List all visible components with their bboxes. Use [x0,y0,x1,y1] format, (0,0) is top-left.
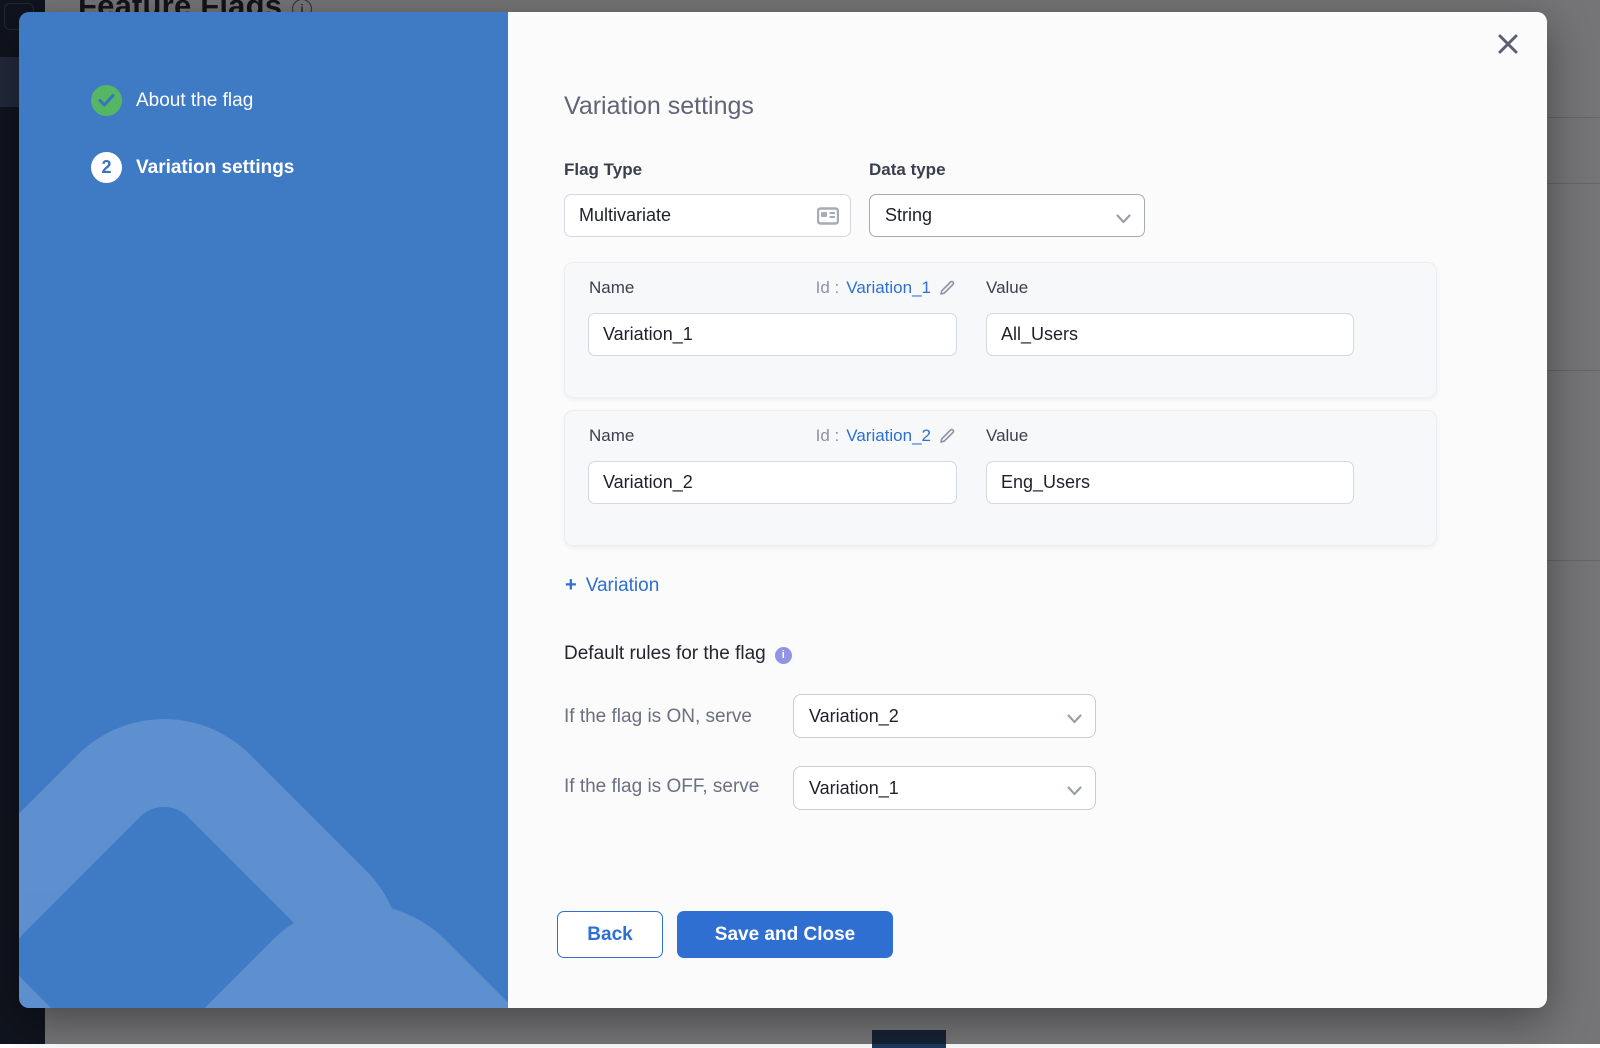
variation-card: Name Id : Variation_2 Value [564,410,1437,546]
variation-id: Id : Variation_2 [816,426,956,446]
id-card-icon [817,207,839,230]
flag-type-input[interactable] [565,205,850,226]
flag-off-label: If the flag is OFF, serve [564,773,799,800]
data-type-select[interactable]: String [869,194,1145,237]
variation-card: Name Id : Variation_1 Value [564,262,1437,398]
name-label: Name [589,426,634,446]
back-button[interactable]: Back [557,911,663,958]
variation-id-link[interactable]: Variation_2 [846,426,931,446]
add-variation-button[interactable]: + Variation [565,574,659,597]
add-variation-label: Variation [586,575,660,597]
variation-value-field [986,461,1354,504]
plus-icon: + [565,574,577,597]
check-icon [91,85,122,116]
flag-off-value: Variation_1 [794,778,899,799]
variation-value-input[interactable] [987,324,1353,345]
name-label: Name [589,278,634,298]
step-about-the-flag[interactable]: About the flag [91,85,253,116]
variation-name-field [588,461,957,504]
value-label: Value [986,278,1028,298]
save-and-close-button[interactable]: Save and Close [677,911,893,958]
data-type-value: String [870,205,932,226]
chevron-down-icon [1067,783,1082,801]
value-label: Value [986,426,1028,446]
flag-on-label: If the flag is ON, serve [564,703,752,730]
step-number-badge: 2 [91,152,122,183]
flag-wizard-modal: About the flag 2 Variation settings Vari… [19,12,1547,1008]
panel-heading: Variation settings [564,92,754,121]
edit-icon[interactable] [938,279,956,297]
flag-off-select[interactable]: Variation_1 [793,766,1096,810]
chevron-down-icon [1116,211,1131,229]
variation-settings-panel: Variation settings Flag Type Data type S… [508,12,1547,1008]
data-type-label: Data type [869,160,946,180]
default-rules-text: Default rules for the flag [564,643,766,665]
chevron-down-icon [1067,711,1082,729]
default-rules-heading: Default rules for the flag i [564,643,792,665]
flag-type-field[interactable] [564,194,851,237]
variation-name-input[interactable] [589,472,956,493]
flag-on-value: Variation_2 [794,706,899,727]
flag-type-label: Flag Type [564,160,642,180]
variation-value-input[interactable] [987,472,1353,493]
id-prefix: Id : [816,278,840,298]
step-variation-settings[interactable]: 2 Variation settings [91,152,294,183]
variation-id: Id : Variation_1 [816,278,956,298]
variation-name-input[interactable] [589,324,956,345]
step-label: Variation settings [136,157,294,179]
variation-value-field [986,313,1354,356]
edit-icon[interactable] [938,427,956,445]
variation-id-link[interactable]: Variation_1 [846,278,931,298]
wizard-stepper-panel: About the flag 2 Variation settings [19,12,508,1008]
step-label: About the flag [136,90,253,112]
info-icon[interactable]: i [775,647,792,664]
variation-name-field [588,313,957,356]
flag-on-select[interactable]: Variation_2 [793,694,1096,738]
id-prefix: Id : [816,426,840,446]
close-icon[interactable] [1495,31,1521,57]
